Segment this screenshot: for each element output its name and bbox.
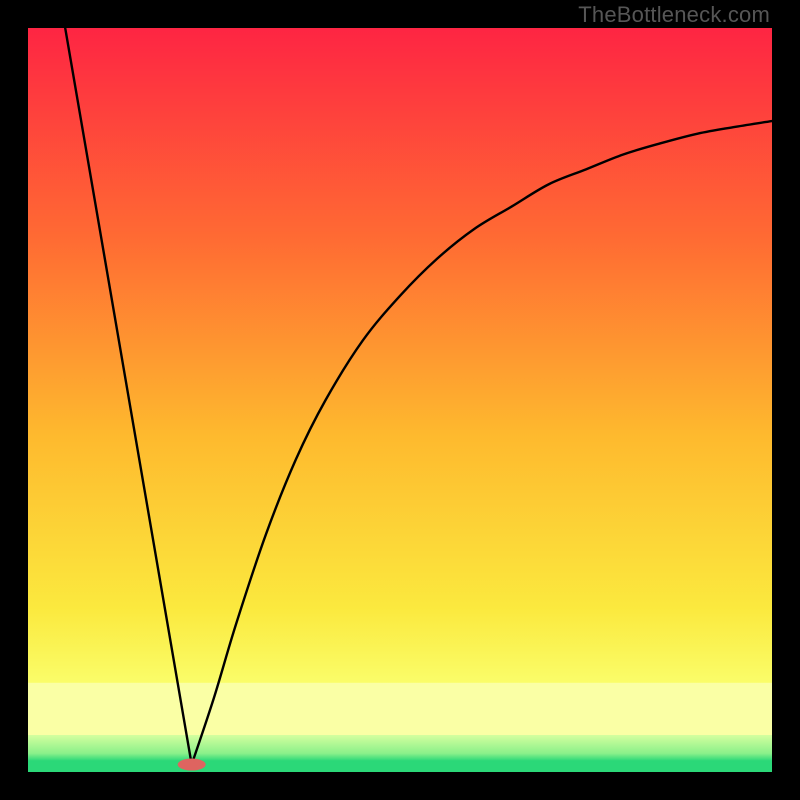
watermark-text: TheBottleneck.com xyxy=(578,2,770,28)
gradient-background xyxy=(28,28,772,772)
bottleneck-chart xyxy=(28,28,772,772)
chart-frame xyxy=(28,28,772,772)
vertex-marker xyxy=(178,759,206,771)
